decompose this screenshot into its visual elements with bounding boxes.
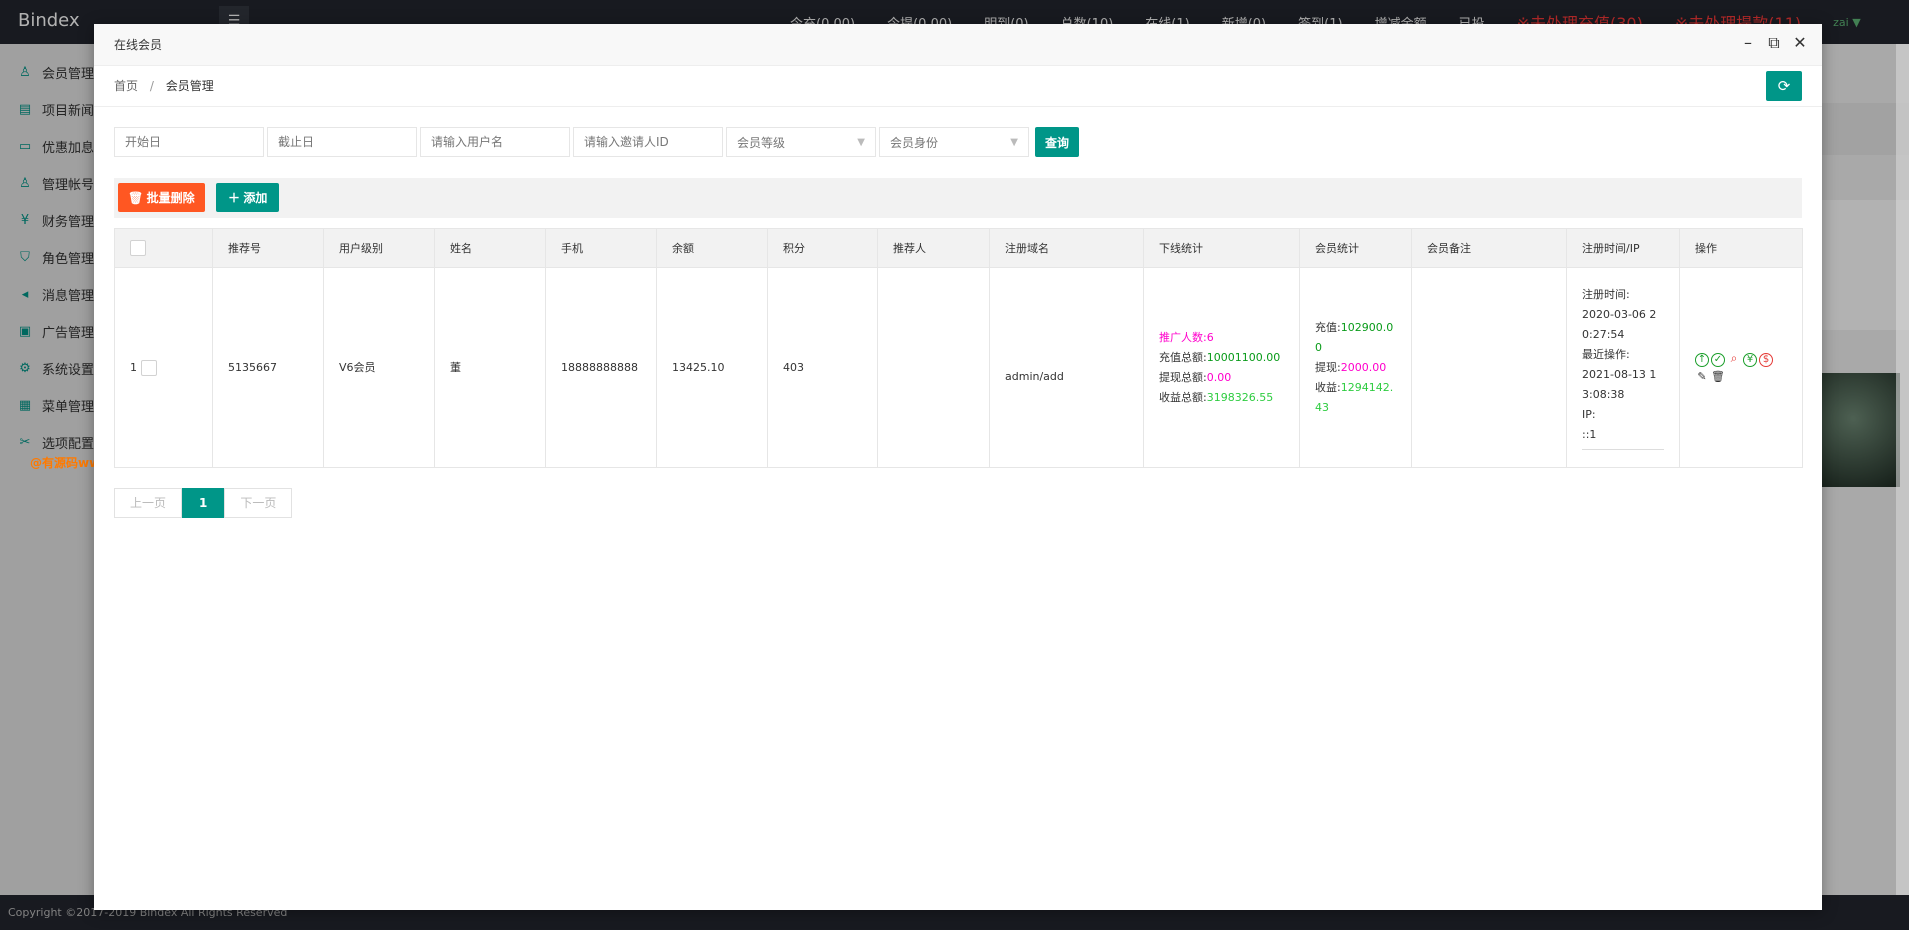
downline-income: 收益总额:3198326.55 [1159, 390, 1274, 404]
breadcrumb: 首页 / 会员管理 ⟳ [94, 66, 1822, 107]
prev-page-button[interactable]: 上一页 [114, 488, 183, 518]
next-page-button[interactable]: 下一页 [224, 488, 293, 518]
action-icons: ↑ ✓ ⌕ ¥ $ ✎ 🗑 [1695, 350, 1787, 386]
reg-time-label: 注册时间: [1582, 288, 1630, 301]
referrer-cell [877, 267, 990, 468]
breadcrumb-current: 会员管理 [165, 79, 214, 93]
column-header: 姓名 [434, 228, 546, 268]
column-header: 手机 [545, 228, 657, 268]
maximize-icon[interactable]: ⧉ [1766, 32, 1782, 54]
online-members-modal: 在线会员 – ⧉ ✕ 首页 / 会员管理 ⟳ 会员等级▼ 会员身份▼ 查询 🗑 … [94, 24, 1822, 910]
page-scrollbar[interactable] [1896, 44, 1909, 895]
column-header: 推荐人 [877, 228, 990, 268]
end-date-input[interactable] [267, 127, 417, 157]
downline-cell: 推广人数:6 充值总额:10001100.00 提现总额:0.00 收益总额:3… [1143, 267, 1300, 468]
name-cell: 董 [434, 267, 546, 468]
ip-value: ::1 [1582, 425, 1664, 450]
stats-income: 收益:1294142.43 [1315, 380, 1394, 414]
batch-delete-button[interactable]: 🗑 批量删除 [118, 183, 205, 212]
column-header: 操作 [1679, 228, 1803, 268]
search-icon[interactable]: ⌕ [1727, 352, 1741, 366]
trash-icon: 🗑 [128, 191, 144, 205]
last-op-label: 最近操作: [1582, 348, 1630, 361]
breadcrumb-separator: / [149, 79, 154, 93]
member-level-select[interactable]: 会员等级 ▼ [726, 127, 876, 157]
stats-withdraw: 提现:2000.00 [1315, 360, 1387, 374]
pagination: 上一页 1 下一页 [114, 488, 293, 518]
close-icon[interactable]: ✕ [1792, 32, 1808, 54]
last-op-time: 2021-08-13 13:08:38 [1582, 368, 1657, 401]
domain-cell: admin/add [989, 267, 1144, 468]
modal-title: 在线会员 [94, 24, 1822, 66]
refresh-button[interactable]: ⟳ [1766, 71, 1802, 101]
table-header-row: 推荐号 用户级别 姓名 手机 余额 积分 推荐人 注册域名 下线统计 会员统计 … [114, 228, 1803, 268]
refresh-icon: ⟳ [1777, 77, 1791, 95]
delete-icon[interactable]: 🗑 [1711, 370, 1725, 385]
filter-bar: 会员等级▼ 会员身份▼ 查询 [114, 127, 1080, 157]
level-cell: V6会员 [323, 267, 435, 468]
column-header: 下线统计 [1143, 228, 1300, 268]
column-header: 用户级别 [323, 228, 435, 268]
chevron-down-icon: ▼ [1010, 136, 1018, 148]
downline-promoted: 推广人数:6 [1159, 330, 1214, 344]
members-table: 推荐号 用户级别 姓名 手机 余额 积分 推荐人 注册域名 下线统计 会员统计 … [114, 228, 1803, 468]
upgrade-icon[interactable]: ↑ [1695, 352, 1709, 367]
stats-recharge: 充值:102900.00 [1315, 320, 1394, 354]
query-button[interactable]: 查询 [1035, 127, 1080, 157]
column-header: 会员备注 [1411, 228, 1567, 268]
column-header: 积分 [767, 228, 878, 268]
column-header: 推荐号 [212, 228, 324, 268]
ip-label: IP: [1582, 408, 1596, 421]
verify-shield-icon[interactable]: ✓ [1711, 352, 1725, 367]
points-cell: 403 [767, 267, 878, 468]
yen-coin-icon[interactable]: ¥ [1743, 352, 1757, 367]
column-header: 会员统计 [1299, 228, 1412, 268]
ref-cell: 5135667 [212, 267, 324, 468]
table-toolbar: 🗑 批量删除 ＋ 添加 [114, 178, 1802, 218]
reg-info-cell: 注册时间: 2020-03-06 20:27:54 最近操作: 2021-08-… [1566, 267, 1680, 468]
column-header: 注册时间/IP [1566, 228, 1680, 268]
row-select-cell: 1 [114, 267, 213, 468]
page-1-button[interactable]: 1 [182, 488, 225, 518]
edit-icon[interactable]: ✎ [1695, 370, 1709, 385]
domain-text: admin/add [1005, 369, 1064, 383]
select-all-checkbox[interactable] [130, 240, 146, 256]
column-header: 余额 [656, 228, 768, 268]
member-identity-select[interactable]: 会员身份 ▼ [879, 127, 1029, 157]
member-stats-cell: 充值:102900.00 提现:2000.00 收益:1294142.43 [1299, 267, 1412, 468]
row-checkbox[interactable] [140, 359, 157, 376]
phone-cell: 18888888888 [545, 267, 657, 468]
column-header: 注册域名 [989, 228, 1144, 268]
modal-controls: – ⧉ ✕ [1740, 32, 1808, 54]
downline-recharge: 充值总额:10001100.00 [1159, 350, 1281, 364]
minimize-icon[interactable]: – [1740, 32, 1756, 54]
downline-withdraw: 提现总额:0.00 [1159, 370, 1232, 384]
table-row: 1 5135667 V6会员 董 18888888888 13425.10 40… [114, 267, 1803, 468]
add-button[interactable]: ＋ 添加 [216, 183, 280, 212]
dollar-coin-icon[interactable]: $ [1759, 352, 1773, 367]
select-all-cell [114, 228, 213, 268]
username-input[interactable] [420, 127, 570, 157]
reg-time: 2020-03-06 20:27:54 [1582, 308, 1657, 341]
actions-cell: ↑ ✓ ⌕ ¥ $ ✎ 🗑 [1679, 267, 1803, 468]
breadcrumb-home[interactable]: 首页 [114, 79, 138, 93]
remark-cell [1411, 267, 1567, 468]
start-date-input[interactable] [114, 127, 264, 157]
chevron-down-icon: ▼ [857, 136, 865, 148]
plus-icon: ＋ [228, 191, 241, 205]
balance-cell: 13425.10 [656, 267, 768, 468]
inviter-id-input[interactable] [573, 127, 723, 157]
